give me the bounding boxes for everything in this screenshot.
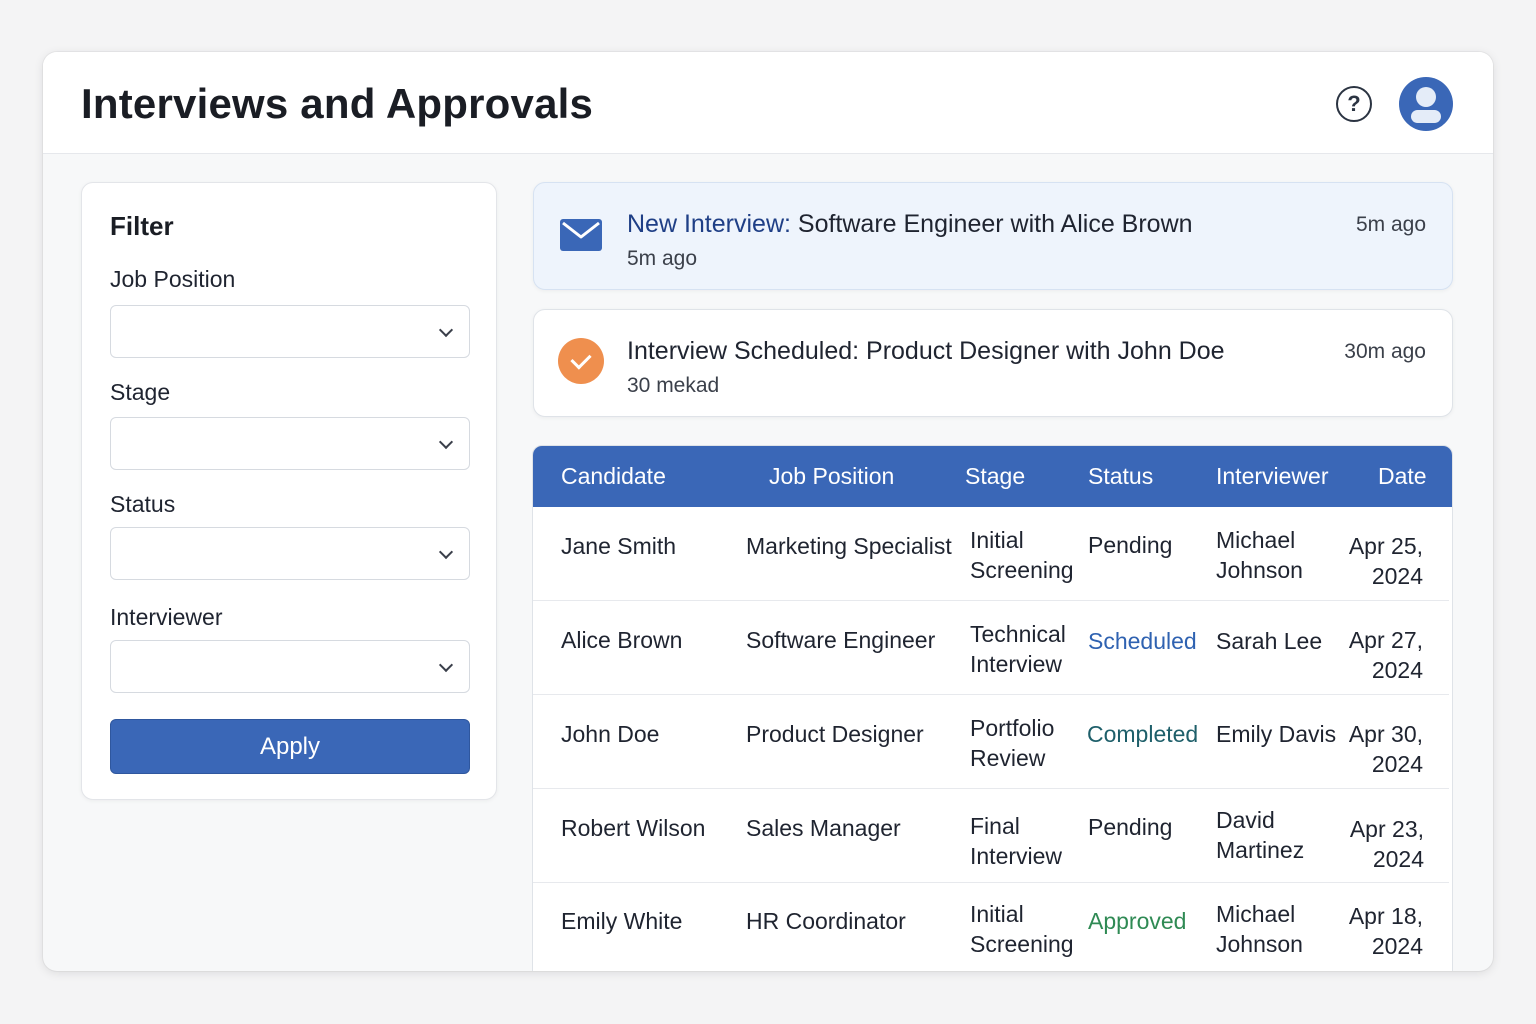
notification-title: Interview Scheduled: Product Designer wi…: [627, 337, 1225, 365]
cell-job-position: Sales Manager: [746, 815, 901, 841]
cell-date: Apr 25, 2024: [1348, 533, 1423, 589]
column-header-job-position[interactable]: Job Position: [769, 463, 894, 490]
cell-interviewer: Michael Johnson: [1216, 901, 1303, 957]
avatar[interactable]: [1399, 77, 1453, 131]
cell-candidate: John Doe: [561, 721, 660, 747]
job-position-select[interactable]: [110, 305, 470, 358]
cell-date: Apr 23, 2024: [1349, 816, 1424, 872]
cell-job-position: Product Designer: [746, 721, 924, 747]
interviewer-label: Interviewer: [110, 604, 223, 630]
cell-candidate: Emily White: [561, 908, 683, 934]
column-header-date[interactable]: Date: [1378, 463, 1427, 490]
mail-icon: [560, 219, 602, 251]
stage-label: Stage: [110, 379, 171, 405]
interviewer-select[interactable]: [110, 640, 470, 693]
page-header: Interviews and Approvals ?: [43, 52, 1493, 154]
cell-candidate: Jane Smith: [561, 533, 677, 559]
cell-candidate: Alice Brown: [561, 627, 683, 653]
app-window: Interviews and Approvals ? Filter Job Po…: [43, 52, 1493, 971]
notification-new-interview[interactable]: New Interview: Software Engineer with Al…: [533, 182, 1453, 290]
job-position-label: Job Position: [110, 266, 236, 292]
chevron-down-icon: [438, 322, 454, 338]
cell-stage: Initial Screening: [970, 527, 1074, 583]
cell-job-position: Marketing Specialist: [746, 533, 952, 559]
cell-job-position: HR Coordinator: [746, 908, 906, 934]
cell-date: Apr 18, 2024: [1348, 903, 1423, 959]
status-select[interactable]: [110, 527, 470, 580]
cell-date: Apr 27, 2024: [1348, 627, 1423, 683]
column-header-status[interactable]: Status: [1088, 463, 1153, 490]
cell-stage: Initial Screening: [970, 901, 1074, 957]
cell-date: Apr 30, 2024: [1348, 721, 1423, 777]
cell-interviewer: Emily Davis: [1216, 721, 1337, 747]
table-row[interactable]: Alice Brown Software Engineer Technical I…: [533, 601, 1449, 695]
cell-candidate: Robert Wilson: [561, 815, 706, 841]
cell-status: Scheduled: [1088, 628, 1197, 654]
notification-title: New Interview: Software Engineer with Al…: [627, 210, 1193, 238]
cell-status: Pending: [1088, 532, 1173, 558]
stage-select[interactable]: [110, 417, 470, 470]
table-row[interactable]: John Doe Product Designer Portfolio Revie…: [533, 695, 1449, 789]
cell-stage: Portfolio Review: [970, 715, 1055, 771]
cell-status: Completed: [1087, 721, 1199, 747]
help-icon[interactable]: ?: [1336, 86, 1372, 122]
cell-interviewer: Michael Johnson: [1216, 527, 1303, 583]
apply-button[interactable]: Apply: [110, 719, 470, 774]
table-row[interactable]: Robert Wilson Sales Manager Final Intervi…: [533, 789, 1449, 883]
cell-stage: Technical Interview: [970, 621, 1066, 677]
status-label: Status: [110, 491, 176, 517]
column-header-interviewer[interactable]: Interviewer: [1216, 463, 1328, 490]
notification-interview-scheduled[interactable]: Interview Scheduled: Product Designer wi…: [533, 309, 1453, 417]
notification-subtitle: 5m ago: [627, 247, 698, 270]
column-header-candidate[interactable]: Candidate: [561, 463, 666, 490]
table-row[interactable]: Emily White HR Coordinator Initial Screen…: [533, 883, 1449, 971]
notification-time: 30m ago: [1344, 340, 1426, 363]
chevron-down-icon: [438, 544, 454, 560]
chevron-down-icon: [438, 434, 454, 450]
check-circle-icon: [558, 338, 604, 384]
filter-title: Filter: [110, 211, 174, 241]
column-header-stage[interactable]: Stage: [965, 463, 1025, 490]
interviews-table: Candidate Job Position Stage Status Inte…: [532, 445, 1453, 971]
cell-interviewer: Sarah Lee: [1216, 628, 1323, 654]
chevron-down-icon: [438, 657, 454, 673]
cell-status: Approved: [1088, 908, 1187, 934]
page-title: Interviews and Approvals: [81, 80, 594, 127]
table-row[interactable]: Jane Smith Marketing Specialist Initial S…: [533, 507, 1449, 601]
table-header: Candidate Job Position Stage Status Inte…: [533, 446, 1452, 507]
cell-status: Pending: [1088, 814, 1173, 840]
filter-panel: Filter Job Position Stage Status Intervi…: [81, 182, 497, 800]
user-avatar-icon: [1416, 87, 1436, 107]
notification-subtitle: 30 mekad: [627, 374, 720, 397]
notification-time: 5m ago: [1355, 213, 1426, 236]
cell-job-position: Software Engineer: [746, 627, 936, 653]
cell-interviewer: David Martinez: [1216, 807, 1305, 863]
cell-stage: Final Interview: [970, 813, 1063, 869]
